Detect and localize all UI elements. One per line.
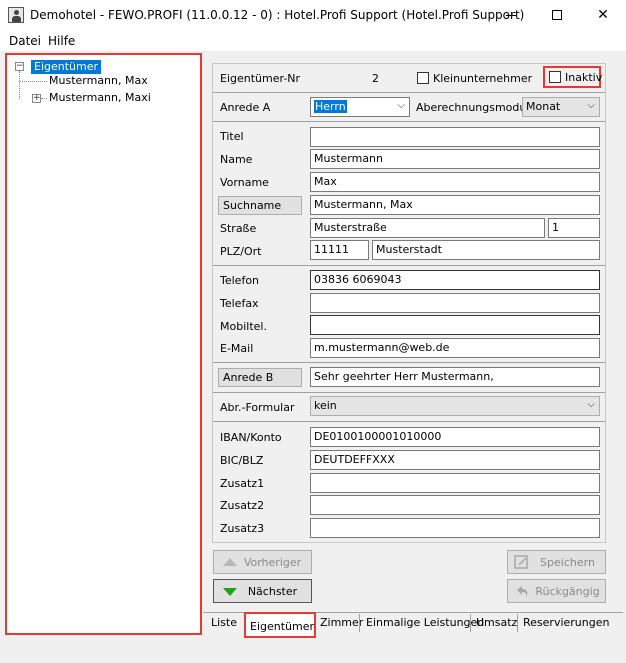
divider: [213, 421, 605, 422]
speichern-label: Speichern: [540, 556, 595, 569]
title-bar: Demohotel - FEWO.PROFI (11.0.0.12 - 0) :…: [0, 0, 626, 31]
strasse-label: Straße: [220, 222, 257, 235]
menu-datei[interactable]: Datei: [9, 34, 41, 48]
tab-separator: [470, 614, 471, 632]
rueckgaengig-button[interactable]: Rückgängig: [507, 579, 606, 603]
divider: [213, 392, 605, 393]
tab-separator: [517, 614, 518, 632]
inaktiv-label: Inaktiv: [565, 71, 603, 84]
tree-line: [19, 71, 20, 99]
suchname-field[interactable]: Mustermann, Max: [310, 195, 600, 215]
menu-hilfe[interactable]: Hilfe: [48, 34, 75, 48]
tree-line: [41, 98, 47, 99]
name-label: Name: [220, 153, 253, 166]
telefax-label: Telefax: [220, 297, 259, 310]
expand-icon[interactable]: +: [32, 94, 41, 103]
tree-item[interactable]: Mustermann, Maxi: [49, 91, 151, 105]
iban-label: IBAN/Konto: [220, 431, 282, 444]
zusatz2-label: Zusatz2: [220, 499, 265, 512]
anrede-a-label: Anrede A: [220, 101, 271, 114]
menu-bar: Datei Hilfe: [0, 31, 626, 51]
tree-item[interactable]: Mustermann, Max: [49, 74, 148, 88]
abr-formular-label: Abr.-Formular: [220, 401, 295, 414]
maximize-icon: [552, 10, 562, 20]
divider: [213, 92, 605, 93]
chevron-down-icon: ⌵: [587, 100, 595, 111]
hausnr-field[interactable]: 1: [548, 218, 600, 238]
strasse-field[interactable]: Musterstraße: [310, 218, 545, 238]
zusatz2-field[interactable]: [310, 495, 600, 515]
plz-ort-label: PLZ/Ort: [220, 245, 262, 258]
window-title: Demohotel - FEWO.PROFI (11.0.0.12 - 0) :…: [30, 8, 525, 22]
tree-root-eigentuemer[interactable]: Eigentümer: [31, 60, 102, 74]
divider: [213, 362, 605, 363]
maximize-button[interactable]: [534, 0, 580, 31]
minimize-button[interactable]: [488, 0, 534, 31]
telefax-field[interactable]: [310, 293, 600, 313]
naechster-label: Nächster: [247, 585, 298, 598]
telefon-label: Telefon: [220, 274, 260, 287]
undo-icon: [517, 586, 528, 597]
tree-line: [20, 81, 47, 82]
save-icon: [514, 555, 528, 569]
bic-label: BIC/BLZ: [220, 454, 264, 467]
eigentuemer-nr-value: 2: [372, 72, 379, 85]
anrede-b-button[interactable]: Anrede B: [218, 368, 302, 387]
tab-eigentuemer[interactable]: Eigentümer: [244, 612, 316, 638]
zusatz1-label: Zusatz1: [220, 477, 265, 490]
email-label: E-Mail: [220, 342, 254, 355]
vorname-field[interactable]: Max: [310, 172, 600, 192]
tab-liste[interactable]: Liste: [207, 613, 241, 635]
plz-field[interactable]: 11111: [310, 240, 369, 260]
inaktiv-checkbox[interactable]: [549, 71, 561, 83]
owner-tree[interactable]: − Eigentümer Mustermann, Max + Musterman…: [5, 53, 202, 635]
vorheriger-button[interactable]: Vorheriger: [213, 550, 312, 574]
anrede-a-value: Herrn: [314, 100, 347, 113]
zusatz3-field[interactable]: [310, 518, 600, 538]
ort-field[interactable]: Musterstadt: [372, 240, 600, 260]
zusatz1-field[interactable]: [310, 473, 600, 493]
vorheriger-label: Vorheriger: [243, 556, 302, 569]
kleinunternehmer-label: Kleinunternehmer: [433, 72, 533, 85]
suchname-button[interactable]: Suchname: [218, 196, 302, 215]
telefon-field[interactable]: 03836 6069043: [310, 270, 600, 290]
titel-field[interactable]: [310, 127, 600, 147]
chevron-down-icon: ⌵: [587, 399, 595, 410]
vorname-label: Vorname: [220, 176, 269, 189]
kleinunternehmer-checkbox[interactable]: [417, 72, 429, 84]
abr-formular-value: kein: [314, 399, 337, 412]
app-icon: [8, 7, 24, 23]
tab-umsatz[interactable]: Umsatz: [472, 613, 521, 635]
minimize-icon: [506, 15, 516, 16]
tab-separator: [359, 614, 360, 632]
tab-reservierungen[interactable]: Reservierungen: [519, 613, 613, 635]
mobiltel-label: Mobiltel.: [220, 320, 267, 333]
titel-label: Titel: [220, 130, 244, 143]
abrechnungsmodus-select[interactable]: Monat ⌵: [522, 97, 600, 117]
abrechnungsmodus-label: Aberechnungsmodus: [416, 101, 533, 114]
bic-field[interactable]: DEUTDEFFXXX: [310, 450, 600, 470]
abr-formular-select[interactable]: kein ⌵: [310, 396, 600, 416]
anrede-b-field[interactable]: Sehr geehrter Herr Mustermann,: [310, 367, 600, 387]
naechster-button[interactable]: Nächster: [213, 579, 312, 603]
zusatz3-label: Zusatz3: [220, 522, 265, 535]
chevron-down-icon: ⌵: [397, 100, 405, 111]
close-icon: ✕: [597, 7, 609, 23]
status-bar: [0, 638, 626, 663]
divider: [213, 265, 605, 266]
name-field[interactable]: Mustermann: [310, 149, 600, 169]
iban-field[interactable]: DE0100100001010000: [310, 427, 600, 447]
mobiltel-field[interactable]: [310, 315, 600, 335]
collapse-icon[interactable]: −: [15, 62, 24, 71]
rueckgaengig-label: Rückgängig: [535, 585, 600, 598]
close-button[interactable]: ✕: [580, 0, 626, 31]
anrede-a-select[interactable]: Herrn ⌵: [310, 97, 410, 117]
abrechnungsmodus-value: Monat: [526, 100, 561, 113]
speichern-button[interactable]: Speichern: [507, 550, 606, 574]
eigentuemer-nr-label: Eigentümer-Nr: [220, 72, 301, 85]
email-field[interactable]: m.mustermann@web.de: [310, 338, 600, 358]
divider: [213, 121, 605, 122]
